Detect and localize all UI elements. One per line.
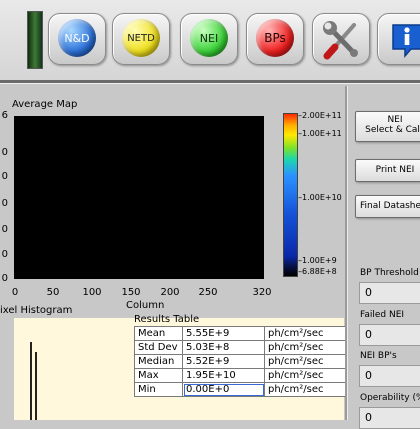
stat-name: Mean bbox=[134, 326, 183, 341]
colorbar-label-text: 1.00E+9 bbox=[302, 256, 337, 265]
colorbar-label: –1.00E+9 bbox=[298, 256, 337, 265]
netd-button-label: NETD bbox=[127, 32, 155, 44]
nei-select-calc-button[interactable]: NEI Select & Calc bbox=[355, 111, 420, 142]
colorbar-label-text: 6.88E+8 bbox=[302, 267, 337, 276]
operability-label: Operability (% bbox=[360, 393, 420, 403]
operability-field[interactable]: 0 bbox=[359, 407, 420, 429]
average-map-title: Average Map bbox=[12, 99, 78, 110]
histogram-bar bbox=[30, 342, 32, 420]
stat-value[interactable]: 0.00E+0 bbox=[182, 382, 265, 397]
x-tick-label: 100 bbox=[82, 287, 102, 298]
info-button[interactable] bbox=[377, 13, 420, 65]
nei-button[interactable]: NEI bbox=[180, 13, 238, 65]
final-datasheet-button[interactable]: Final Datashe bbox=[355, 195, 420, 218]
x-tick-label: 150 bbox=[121, 287, 141, 298]
stat-value[interactable]: 1.95E+10 bbox=[182, 368, 265, 383]
bps-button-label: BPs bbox=[264, 31, 286, 45]
stat-value[interactable]: 5.52E+9 bbox=[182, 354, 265, 369]
y-tick-label: 0 bbox=[1, 224, 8, 235]
table-row: Max 1.95E+10 ph/cm²/sec bbox=[134, 368, 348, 383]
y-tick-label: 0 bbox=[1, 249, 8, 260]
info-icon bbox=[392, 24, 420, 59]
x-axis-title: Column bbox=[126, 300, 165, 311]
nei-select-calc-line1: NEI bbox=[387, 115, 403, 125]
nd-button[interactable]: N&D bbox=[48, 13, 106, 65]
histogram-bar bbox=[35, 352, 37, 420]
table-row: Std Dev 5.03E+8 ph/cm²/sec bbox=[134, 340, 348, 355]
stat-name: Min bbox=[134, 382, 183, 397]
nd-button-label: N&D bbox=[64, 31, 90, 45]
failed-nei-label: Failed NEI bbox=[360, 310, 405, 320]
panel-divider bbox=[345, 86, 347, 420]
results-table: Mean 5.55E+9 ph/cm²/sec Std Dev 5.03E+8 … bbox=[134, 326, 348, 397]
colorbar-label-text: 1.00E+11 bbox=[302, 129, 342, 138]
colorbar-label-text: 2.00E+11 bbox=[302, 111, 342, 120]
wrench-screwdriver-icon bbox=[323, 21, 358, 60]
status-indicator bbox=[27, 11, 43, 69]
stat-unit: ph/cm²/sec bbox=[264, 340, 348, 355]
colorbar-label-text: 1.00E+10 bbox=[302, 193, 342, 202]
nei-select-calc-line2: Select & Calc bbox=[365, 125, 420, 135]
x-tick-label: 50 bbox=[46, 287, 60, 298]
bps-orb-icon: BPs bbox=[256, 19, 294, 57]
nei-orb-icon: NEI bbox=[190, 19, 228, 57]
x-tick-label: 250 bbox=[198, 287, 218, 298]
colorbar-label: –1.00E+11 bbox=[298, 129, 342, 138]
x-tick-label: 0 bbox=[11, 287, 19, 298]
stat-unit: ph/cm²/sec bbox=[264, 382, 348, 397]
table-row: Mean 5.55E+9 ph/cm²/sec bbox=[134, 326, 348, 341]
final-datasheet-label: Final Datashe bbox=[360, 201, 420, 211]
y-tick-label: 0 bbox=[1, 171, 8, 182]
stat-unit: ph/cm²/sec bbox=[264, 326, 348, 341]
x-tick-label: 320 bbox=[252, 287, 272, 298]
toolbar-separator-highlight bbox=[0, 83, 420, 84]
y-tick-label: 0 bbox=[1, 273, 8, 284]
nei-button-label: NEI bbox=[199, 31, 219, 45]
stat-unit: ph/cm²/sec bbox=[264, 368, 348, 383]
colorbar bbox=[283, 113, 298, 277]
table-row: Min 0.00E+0 ph/cm²/sec bbox=[134, 382, 348, 397]
y-tick-label: 0 bbox=[1, 198, 8, 209]
y-tick-label: 0 bbox=[1, 147, 8, 158]
nei-bps-field[interactable]: 0 bbox=[359, 365, 420, 387]
stat-unit: ph/cm²/sec bbox=[264, 354, 348, 369]
stat-name: Max bbox=[134, 368, 183, 383]
netd-button[interactable]: NETD bbox=[112, 13, 170, 65]
stat-value[interactable]: 5.55E+9 bbox=[182, 326, 265, 341]
bps-button[interactable]: BPs bbox=[246, 13, 304, 65]
netd-orb-icon: NETD bbox=[122, 19, 160, 57]
nd-orb-icon: N&D bbox=[58, 19, 96, 57]
stat-name: Median bbox=[134, 354, 183, 369]
x-tick-label: 200 bbox=[160, 287, 180, 298]
tools-button[interactable] bbox=[312, 13, 370, 65]
y-tick-label: 6 bbox=[1, 110, 8, 121]
colorbar-label: –6.88E+8 bbox=[298, 267, 337, 276]
bp-threshold-label: BP Threshold bbox=[360, 268, 419, 278]
stat-value[interactable]: 5.03E+8 bbox=[182, 340, 265, 355]
table-row: Median 5.52E+9 ph/cm²/sec bbox=[134, 354, 348, 369]
bp-threshold-field[interactable]: 0 bbox=[359, 282, 420, 304]
colorbar-label: –2.00E+11 bbox=[298, 111, 342, 120]
results-table-title: Results Table bbox=[134, 314, 200, 325]
average-map-image[interactable] bbox=[14, 116, 264, 279]
histogram-title: ixel Histogram bbox=[0, 305, 73, 316]
failed-nei-field[interactable]: 0 bbox=[359, 324, 420, 346]
toolbar: N&D NETD NEI BPs bbox=[0, 0, 420, 80]
print-nei-label: Print NEI bbox=[375, 165, 415, 175]
colorbar-label: –1.00E+10 bbox=[298, 193, 342, 202]
print-nei-button[interactable]: Print NEI bbox=[355, 159, 420, 182]
nei-bps-label: NEI BP's bbox=[360, 351, 397, 361]
stat-name: Std Dev bbox=[134, 340, 183, 355]
